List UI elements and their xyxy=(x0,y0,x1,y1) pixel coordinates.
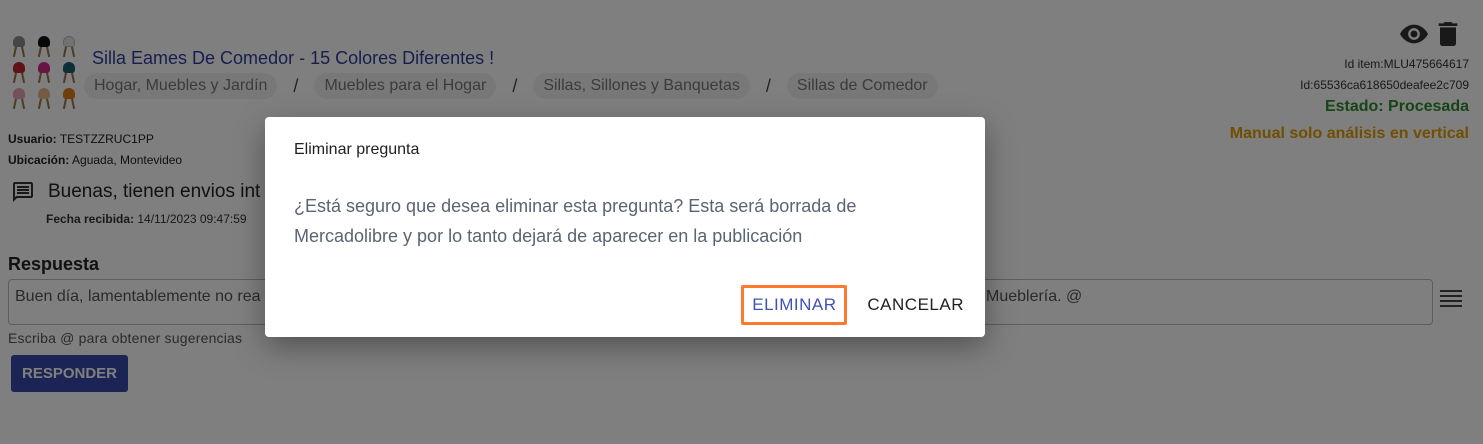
delete-question-dialog: Eliminar pregunta ¿Está seguro que desea… xyxy=(265,117,985,337)
cancelar-button[interactable]: CANCELAR xyxy=(865,285,966,325)
dialog-title: Eliminar pregunta xyxy=(294,141,420,158)
dialog-message: ¿Está seguro que desea eliminar esta pre… xyxy=(294,191,944,251)
dialog-actions: ELIMINAR CANCELAR xyxy=(741,285,966,325)
dialog-message-line: Mercadolibre y por lo tanto dejará de ap… xyxy=(294,226,803,246)
dialog-message-line: ¿Está seguro que desea eliminar esta pre… xyxy=(294,196,857,216)
eliminar-button[interactable]: ELIMINAR xyxy=(741,285,848,325)
